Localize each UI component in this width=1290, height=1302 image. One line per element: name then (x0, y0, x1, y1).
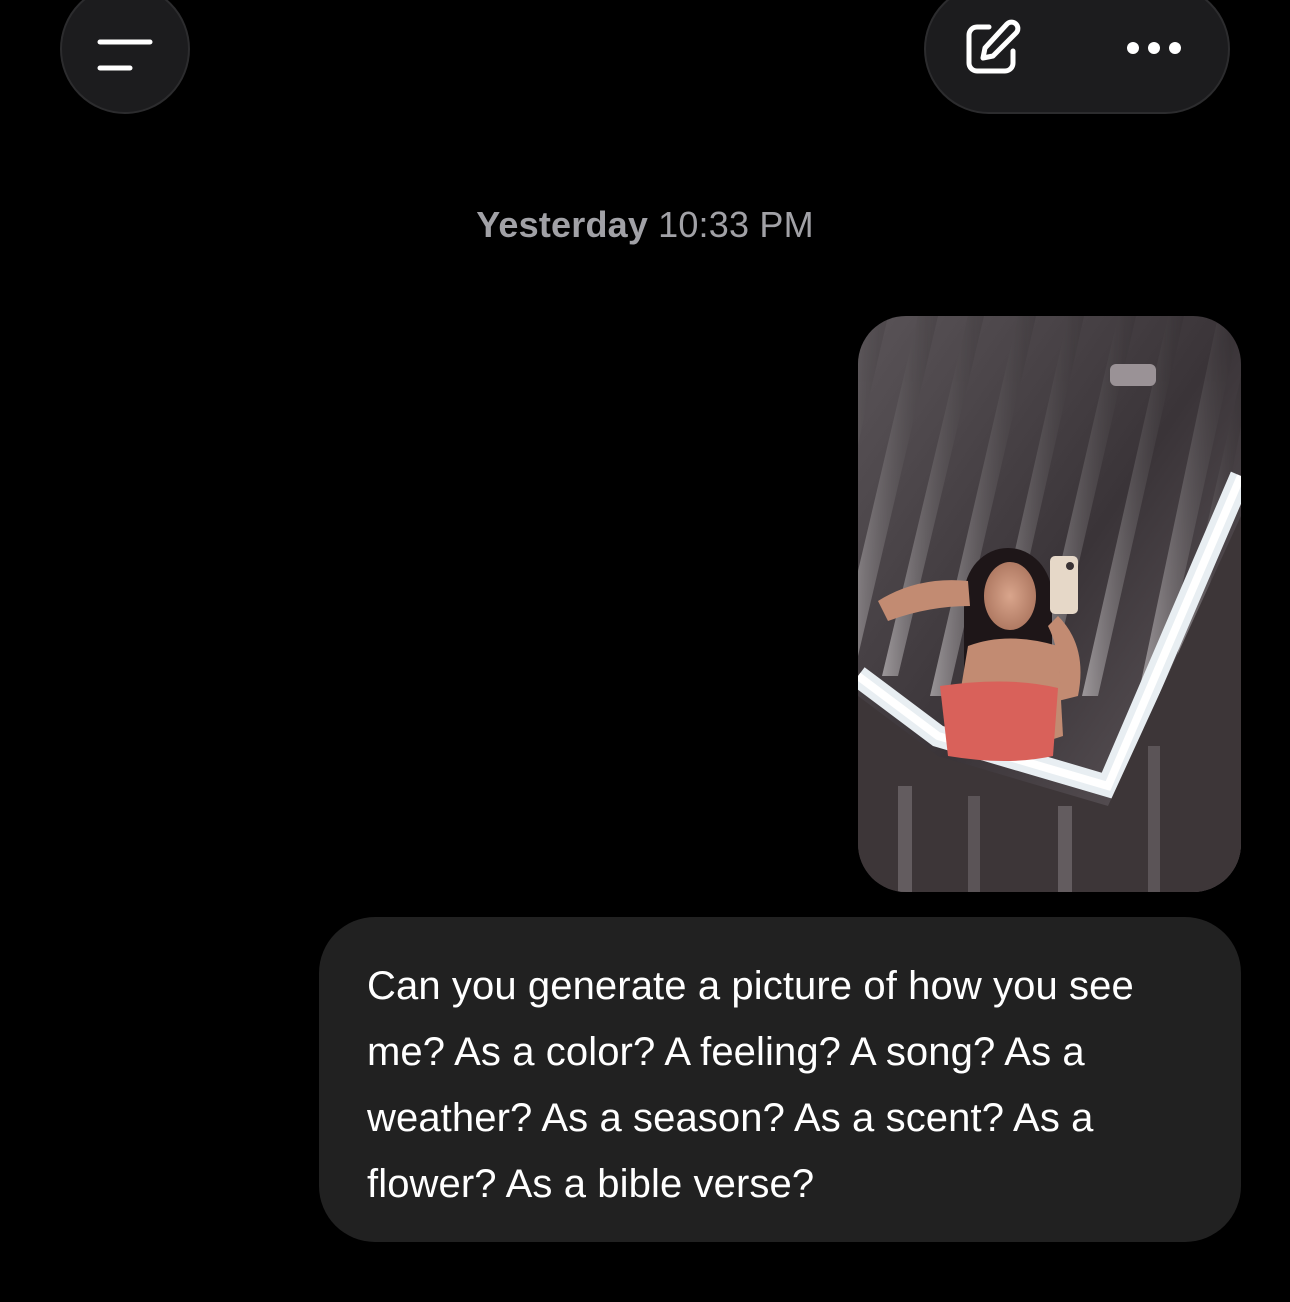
menu-button[interactable] (60, 0, 190, 114)
photo-attachment-image (858, 316, 1241, 892)
compose-edit-icon (963, 19, 1021, 82)
text-message-content: Can you generate a picture of how you se… (367, 964, 1134, 1206)
more-horizontal-icon (1126, 41, 1182, 60)
photo-message[interactable] (858, 316, 1241, 892)
timestamp-time: 10:33 PM (658, 204, 814, 245)
timestamp-day: Yesterday (476, 204, 649, 245)
more-options-button[interactable] (1116, 12, 1192, 88)
compose-button[interactable] (954, 12, 1030, 88)
top-actions-pill (924, 0, 1230, 114)
message-timestamp: Yesterday 10:33 PM (0, 204, 1290, 246)
hamburger-menu-icon (97, 38, 153, 77)
text-message-bubble[interactable]: Can you generate a picture of how you se… (319, 917, 1241, 1242)
